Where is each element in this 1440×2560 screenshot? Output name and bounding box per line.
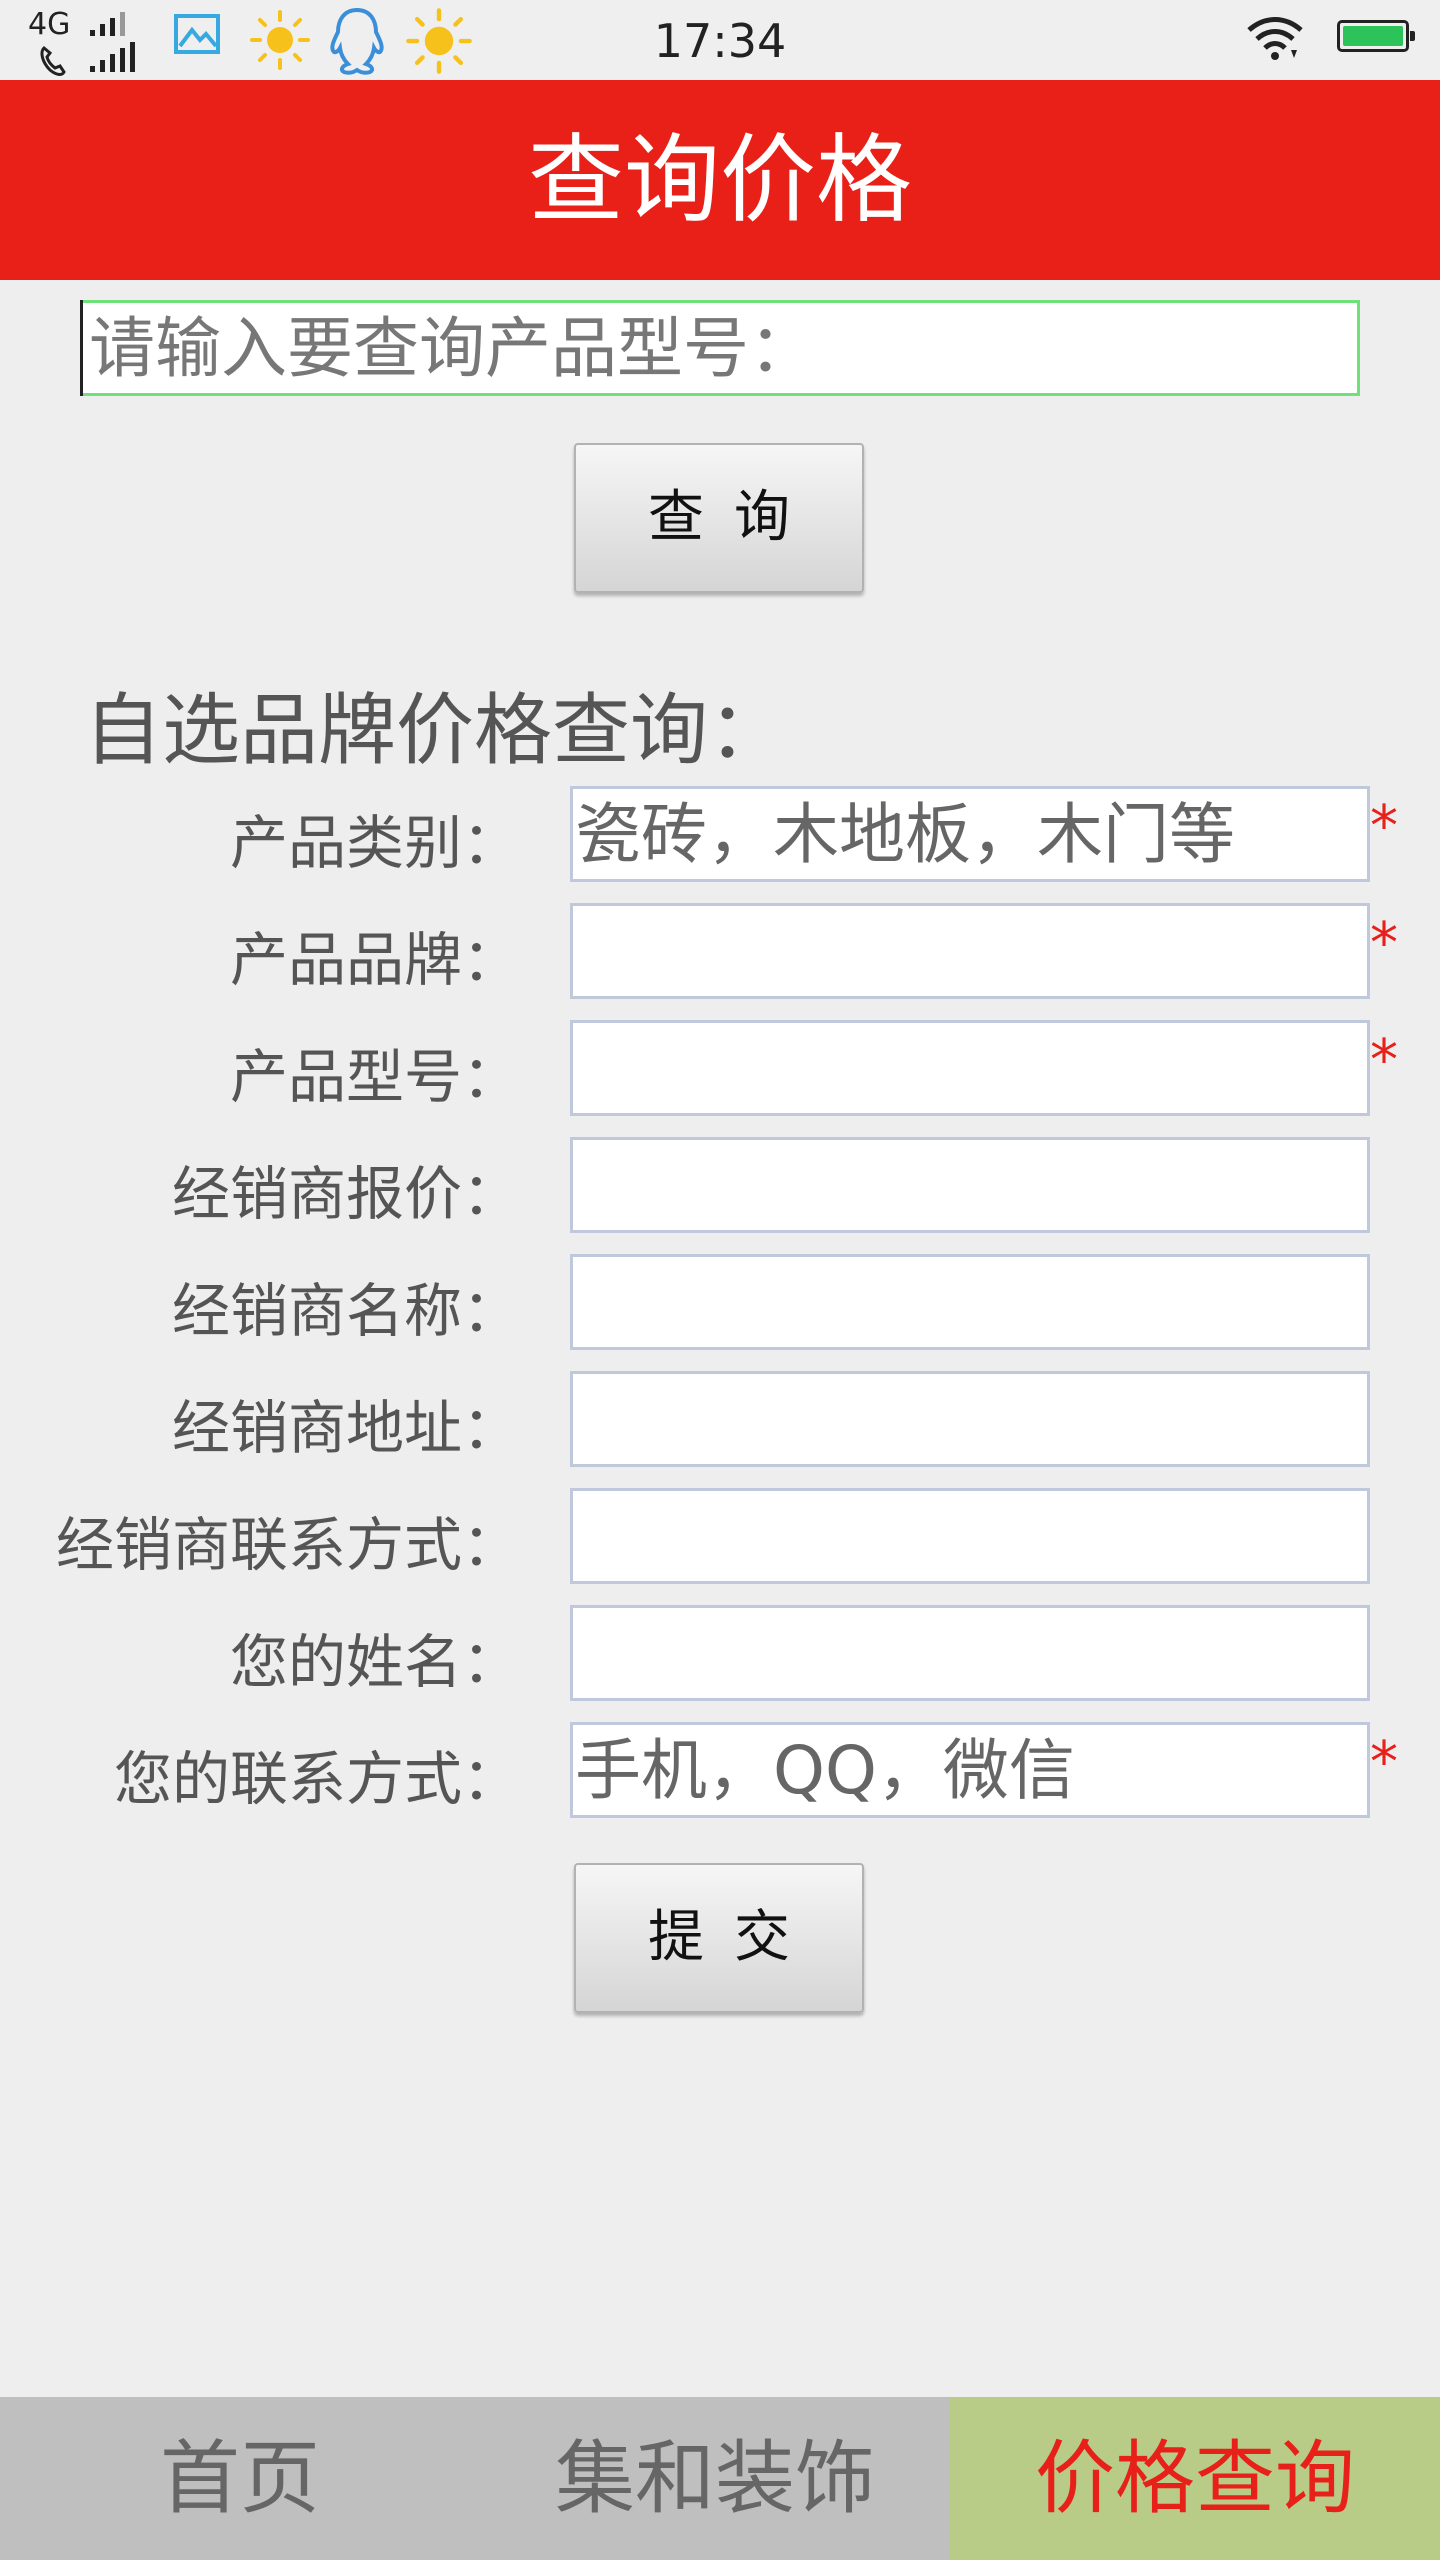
query-button[interactable]: 查询 xyxy=(574,443,864,593)
field-label: 经销商报价： xyxy=(171,1160,520,1228)
your-contact-input[interactable] xyxy=(570,1722,1370,1818)
tab-price-query[interactable]: 价格查询 xyxy=(950,2397,1440,2560)
field-label: 您的姓名： xyxy=(229,1628,520,1696)
dealer-contact-input[interactable] xyxy=(570,1488,1370,1584)
battery-icon xyxy=(1337,20,1415,52)
text-cursor xyxy=(80,300,83,396)
dealer-name-input[interactable] xyxy=(570,1254,1370,1350)
dealer-address-input[interactable] xyxy=(570,1371,1370,1467)
model-input[interactable] xyxy=(570,1020,1370,1116)
field-label: 经销商联系方式： xyxy=(55,1511,520,1579)
status-bar: 4G 17:34 xyxy=(0,0,1440,80)
category-input[interactable] xyxy=(570,786,1370,882)
required-mark: * xyxy=(1370,1730,1398,1795)
form-row-your-contact: 您的联系方式： * xyxy=(0,1722,1440,1818)
form-row-dealer-price: 经销商报价： xyxy=(0,1137,1440,1233)
field-label: 产品类别： xyxy=(229,809,520,877)
field-label: 产品品牌： xyxy=(229,926,520,994)
section-heading: 自选品牌价格查询： xyxy=(84,686,787,776)
field-label: 您的联系方式： xyxy=(113,1745,520,1813)
bottom-nav: 首页 集和装饰 价格查询 xyxy=(0,2397,1440,2560)
tab-home[interactable]: 首页 xyxy=(0,2397,480,2560)
required-mark: * xyxy=(1370,1028,1398,1093)
form-row-brand: 产品品牌： * xyxy=(0,903,1440,999)
tab-decoration[interactable]: 集和装饰 xyxy=(480,2397,950,2560)
your-name-input[interactable] xyxy=(570,1605,1370,1701)
dealer-price-input[interactable] xyxy=(570,1137,1370,1233)
form-row-dealer-address: 经销商地址： xyxy=(0,1371,1440,1467)
brand-input[interactable] xyxy=(570,903,1370,999)
page-title: 查询价格 xyxy=(528,124,912,236)
required-mark: * xyxy=(1370,794,1398,859)
app-header: 查询价格 xyxy=(0,80,1440,280)
model-search-input[interactable] xyxy=(80,300,1360,396)
field-label: 产品型号： xyxy=(229,1043,520,1111)
wifi-icon xyxy=(1247,17,1303,60)
clock: 17:34 xyxy=(653,14,787,68)
form-row-category: 产品类别： * xyxy=(0,786,1440,882)
form-row-model: 产品型号： * xyxy=(0,1020,1440,1116)
submit-button[interactable]: 提交 xyxy=(574,1863,864,2013)
form-row-your-name: 您的姓名： xyxy=(0,1605,1440,1701)
form-row-dealer-contact: 经销商联系方式： xyxy=(0,1488,1440,1584)
required-mark: * xyxy=(1370,911,1398,976)
field-label: 经销商地址： xyxy=(171,1394,520,1462)
field-label: 经销商名称： xyxy=(171,1277,520,1345)
form-row-dealer-name: 经销商名称： xyxy=(0,1254,1440,1350)
